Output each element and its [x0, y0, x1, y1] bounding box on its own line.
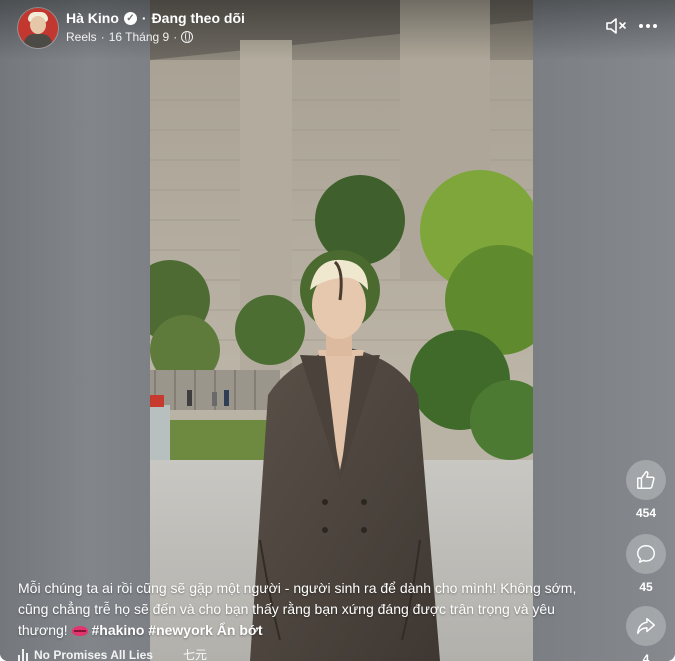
follow-status-button[interactable]: Đang theo dõi	[152, 10, 245, 26]
audio-wave-icon	[18, 648, 28, 661]
post-date[interactable]: 16 Tháng 9	[109, 30, 170, 44]
globe-icon	[181, 31, 194, 43]
music-title: No Promises All Lies	[34, 647, 153, 661]
share-action: 4	[624, 606, 668, 661]
see-less-link[interactable]: Ẩn bớt	[217, 622, 263, 638]
reel-video[interactable]	[150, 0, 533, 661]
avatar-face	[30, 16, 46, 34]
author-avatar[interactable]	[18, 8, 58, 48]
more-options-icon	[653, 24, 657, 28]
reel-stage: Hà Kino ✓ · Đang theo dõi Reels · 16 Thá…	[0, 0, 675, 661]
more-options-button[interactable]	[639, 16, 661, 36]
comment-count[interactable]: 45	[624, 580, 668, 594]
video-frame-illustration	[150, 0, 533, 661]
kiss-lips-emoji	[71, 626, 88, 636]
hashtag-link[interactable]: #newyork	[148, 622, 213, 638]
share-arrow-icon	[637, 617, 655, 635]
verified-badge-icon: ✓	[123, 11, 137, 25]
source-label[interactable]: Reels	[66, 30, 97, 44]
share-button[interactable]	[626, 606, 666, 646]
comment-action: 45	[624, 534, 668, 594]
post-meta: Reels · 16 Tháng 9 ·	[66, 30, 194, 44]
reel-viewer: Hà Kino ✓ · Đang theo dõi Reels · 16 Thá…	[0, 0, 675, 661]
meta-separator: ·	[100, 30, 105, 44]
comment-bubble-icon	[637, 545, 655, 563]
author-row: Hà Kino ✓ · Đang theo dõi	[66, 10, 245, 26]
more-options-icon	[646, 24, 650, 28]
muted-speaker-icon	[606, 18, 626, 34]
blurred-backdrop-left	[0, 0, 150, 661]
avatar-coat	[24, 34, 52, 48]
share-count[interactable]: 4	[624, 652, 668, 661]
reel-caption: Mỗi chúng ta ai rồi cũng sẽ gặp một ngườ…	[18, 578, 598, 641]
music-attribution[interactable]: No Promises All Lies 七元	[18, 646, 207, 661]
like-button[interactable]	[626, 460, 666, 500]
mute-button[interactable]	[604, 14, 628, 38]
thumbs-up-icon	[637, 471, 655, 489]
comment-button[interactable]	[626, 534, 666, 574]
like-action: 454	[624, 460, 668, 520]
meta-separator: ·	[173, 30, 178, 44]
like-count[interactable]: 454	[624, 506, 668, 520]
separator-dot: ·	[141, 10, 147, 26]
hashtag-link[interactable]: #hakino	[91, 622, 144, 638]
author-name[interactable]: Hà Kino	[66, 10, 119, 26]
music-artist: 七元	[182, 648, 207, 661]
more-options-icon	[639, 24, 643, 28]
